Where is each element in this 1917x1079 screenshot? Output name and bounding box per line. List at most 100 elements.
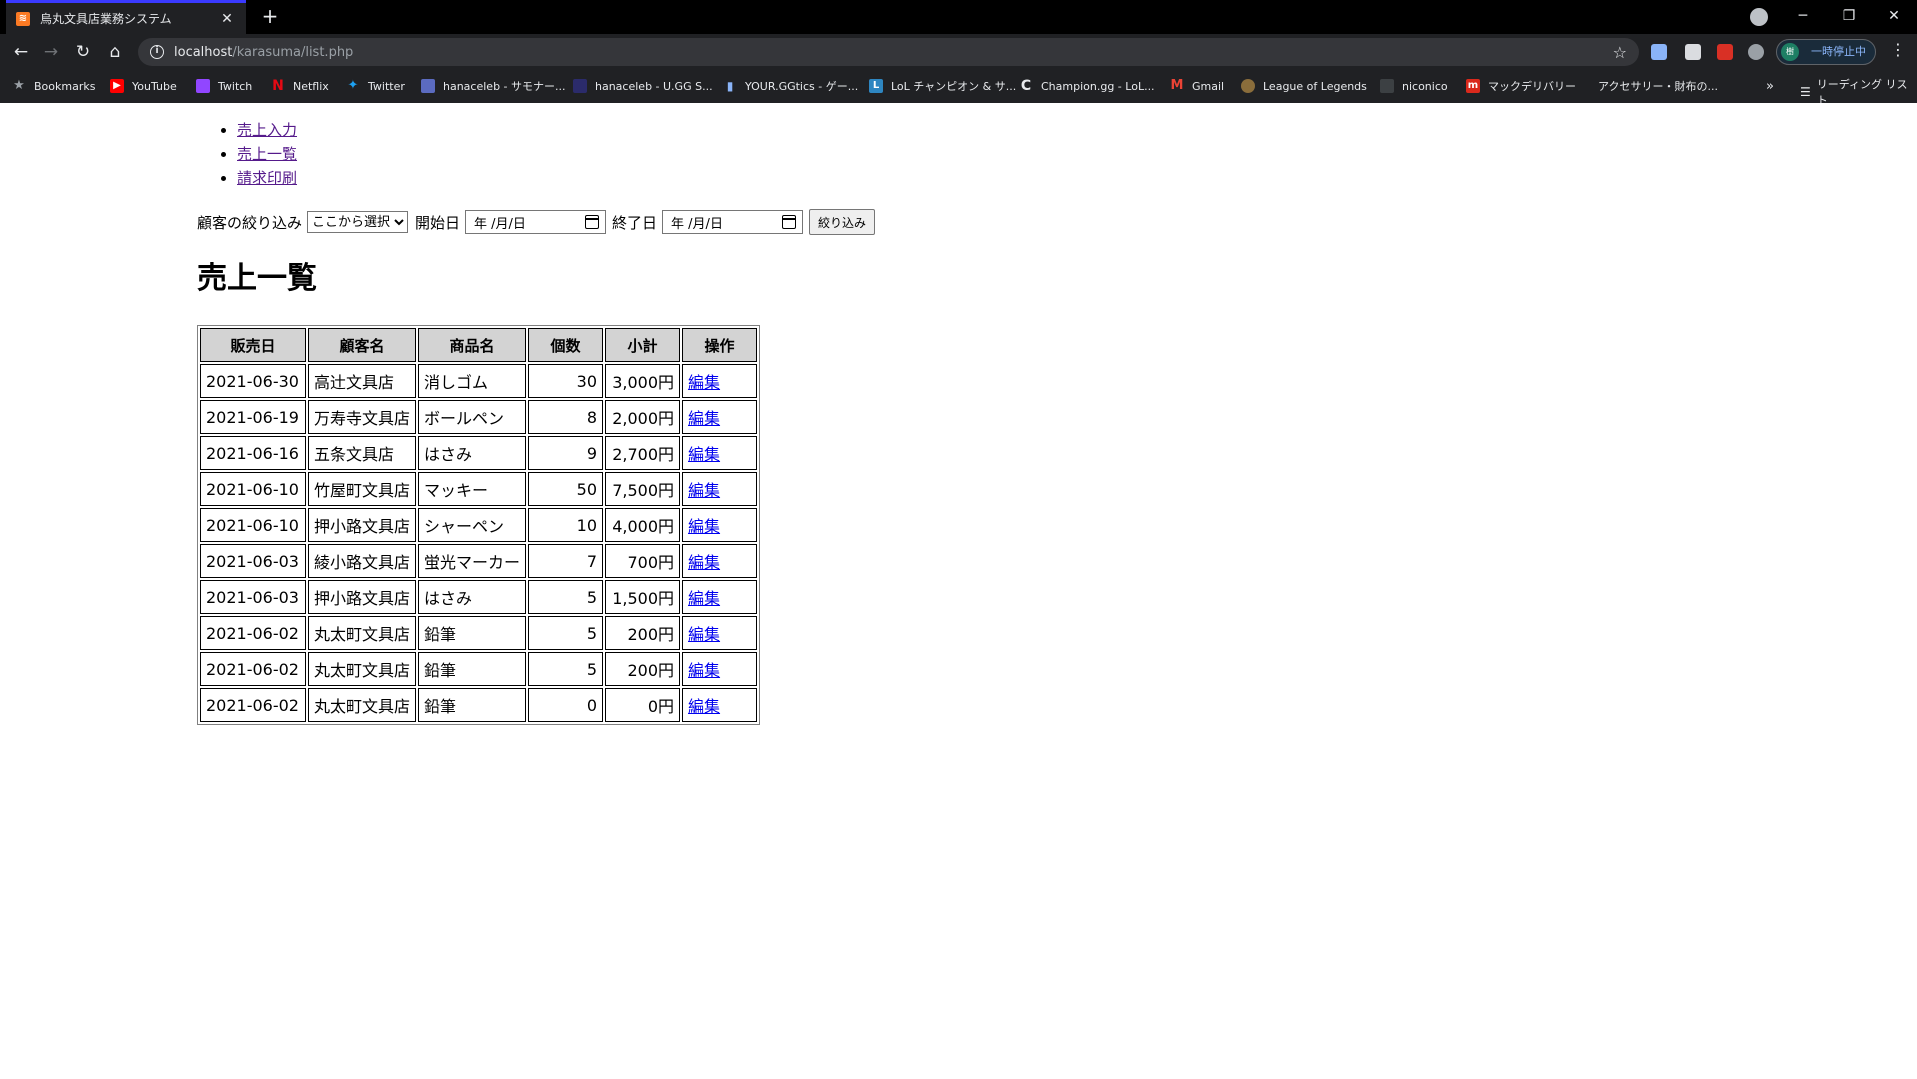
reload-button[interactable]: ↻: [70, 40, 96, 64]
bookmark-item[interactable]: Twitch: [196, 76, 252, 96]
cell-product: はさみ: [418, 436, 527, 470]
cell-customer: 綾小路文具店: [308, 544, 417, 578]
cell-action: 編集: [682, 364, 758, 398]
bookmark-item[interactable]: ★ Bookmarks: [12, 76, 95, 96]
end-date-input[interactable]: 年 /月/日: [662, 210, 804, 234]
info-icon[interactable]: i: [150, 45, 164, 59]
tab-close-icon[interactable]: ✕: [218, 11, 236, 27]
bookmark-item[interactable]: C Champion.gg - LoL...: [1019, 76, 1155, 96]
edit-link[interactable]: 編集: [688, 697, 720, 716]
back-button[interactable]: ←: [8, 40, 34, 64]
cell-customer: 押小路文具店: [308, 508, 417, 542]
cell-action: 編集: [682, 544, 758, 578]
url-host: localhost: [174, 44, 233, 60]
twitter-icon: ✦: [347, 78, 359, 93]
bookmark-item[interactable]: M Gmail: [1170, 76, 1225, 96]
extension-chat-icon[interactable]: [1685, 44, 1701, 60]
bookmark-item[interactable]: hanaceleb - サモナー...: [421, 76, 566, 96]
bookmark-item[interactable]: niconico: [1380, 76, 1448, 96]
cell-action: 編集: [682, 688, 758, 722]
main-nav: 売上入力 売上一覧 請求印刷: [197, 118, 297, 190]
sync-paused-button[interactable]: 樹 一時停止中: [1776, 39, 1876, 65]
extensions-puzzle-icon[interactable]: [1748, 44, 1764, 60]
netflix-icon: N: [272, 78, 284, 94]
edit-link[interactable]: 編集: [688, 625, 720, 644]
bookmark-label: Netflix: [293, 79, 329, 93]
bookmark-item[interactable]: m マックデリバリー: [1466, 76, 1576, 96]
start-date-input[interactable]: 年 /月/日: [465, 210, 607, 234]
bookmark-item[interactable]: L LoL チャンピオン & サ...: [869, 76, 1016, 96]
edit-link[interactable]: 編集: [688, 409, 720, 428]
edit-link[interactable]: 編集: [688, 517, 720, 536]
more-bookmarks-icon[interactable]: »: [1766, 76, 1774, 96]
edit-link[interactable]: 編集: [688, 373, 720, 392]
bookmark-label: Gmail: [1192, 79, 1225, 93]
cell-qty: 5: [528, 652, 604, 686]
column-header-qty: 個数: [528, 328, 604, 362]
bookmark-item[interactable]: ▶ YouTube: [110, 76, 177, 96]
new-tab-button[interactable]: +: [258, 4, 282, 30]
forward-button[interactable]: →: [38, 40, 64, 64]
edit-link[interactable]: 編集: [688, 661, 720, 680]
close-window-button[interactable]: ✕: [1871, 0, 1917, 34]
nav-link-sales-list[interactable]: 売上一覧: [237, 145, 297, 163]
cell-action: 編集: [682, 508, 758, 542]
bookmark-label: hanaceleb - サモナー...: [443, 80, 566, 93]
cell-action: 編集: [682, 580, 758, 614]
bookmark-item[interactable]: ▮ YOUR.GGtics - ゲー...: [723, 76, 859, 96]
browser-tab[interactable]: ≋ 烏丸文具店業務システム ✕: [6, 0, 246, 34]
tab-strip: ≋ 烏丸文具店業務システム ✕ + ─ ❐ ✕: [0, 0, 1917, 34]
home-button[interactable]: ⌂: [102, 40, 128, 64]
bookmark-item[interactable]: hanaceleb - U.GG S...: [573, 76, 713, 96]
bookmark-label: YouTube: [132, 79, 177, 93]
cell-customer: 万寿寺文具店: [308, 400, 417, 434]
start-date-value: 年 /月/日: [474, 216, 526, 232]
cell-customer: 丸太町文具店: [308, 652, 417, 686]
cell-subtotal: 7,500円: [605, 472, 681, 506]
edit-link[interactable]: 編集: [688, 481, 720, 500]
cell-customer: 押小路文具店: [308, 580, 417, 614]
cell-customer: 丸太町文具店: [308, 688, 417, 722]
nav-link-sales-entry[interactable]: 売上入力: [237, 121, 297, 139]
bookmark-item[interactable]: アクセサリー・財布の...: [1598, 76, 1718, 96]
table-row: 2021-06-02 丸太町文具店 鉛筆 5 200円 編集: [200, 616, 758, 650]
nav-link-invoice-print[interactable]: 請求印刷: [237, 169, 297, 187]
extension-red-icon[interactable]: [1717, 44, 1733, 60]
star-icon: ★: [13, 78, 25, 93]
cell-action: 編集: [682, 400, 758, 434]
calendar-icon[interactable]: [585, 215, 600, 229]
cell-subtotal: 200円: [605, 616, 681, 650]
url-path: /karasuma/list.php: [232, 44, 354, 60]
minimize-button[interactable]: ─: [1780, 0, 1826, 34]
cell-product: 鉛筆: [418, 652, 527, 686]
bookmark-label: League of Legends: [1263, 79, 1367, 93]
end-date-value: 年 /月/日: [671, 216, 723, 232]
nav-item: 売上入力: [237, 118, 297, 142]
address-bar[interactable]: i localhost/karasuma/list.php ☆: [138, 38, 1639, 66]
bookmark-item[interactable]: League of Legends: [1241, 76, 1367, 96]
edit-link[interactable]: 編集: [688, 445, 720, 464]
cell-subtotal: 1,500円: [605, 580, 681, 614]
bookmark-item[interactable]: ✦ Twitter: [346, 76, 405, 96]
cell-subtotal: 4,000円: [605, 508, 681, 542]
filter-button[interactable]: 絞り込み: [809, 209, 876, 235]
extension-shield-icon[interactable]: [1651, 44, 1667, 60]
league-icon: [1241, 79, 1255, 93]
chart-icon: ▮: [726, 79, 734, 93]
cell-subtotal: 700円: [605, 544, 681, 578]
calendar-icon[interactable]: [782, 215, 797, 229]
cell-date: 2021-06-30: [200, 364, 306, 398]
edit-link[interactable]: 編集: [688, 553, 720, 572]
customer-select[interactable]: ここから選択: [307, 211, 409, 233]
bookmark-star-icon[interactable]: ☆: [1613, 43, 1627, 62]
bookmark-label: Champion.gg - LoL...: [1041, 79, 1155, 93]
bookmark-item[interactable]: N Netflix: [271, 76, 329, 96]
bookmark-label: LoL チャンピオン & サ...: [891, 80, 1017, 93]
profile-menu-icon[interactable]: [1750, 8, 1768, 26]
cell-qty: 50: [528, 472, 604, 506]
lol-icon: L: [869, 79, 883, 93]
restore-button[interactable]: ❐: [1826, 0, 1872, 34]
youtube-icon: ▶: [110, 79, 124, 93]
browser-menu-icon[interactable]: ⋮: [1890, 40, 1906, 59]
edit-link[interactable]: 編集: [688, 589, 720, 608]
